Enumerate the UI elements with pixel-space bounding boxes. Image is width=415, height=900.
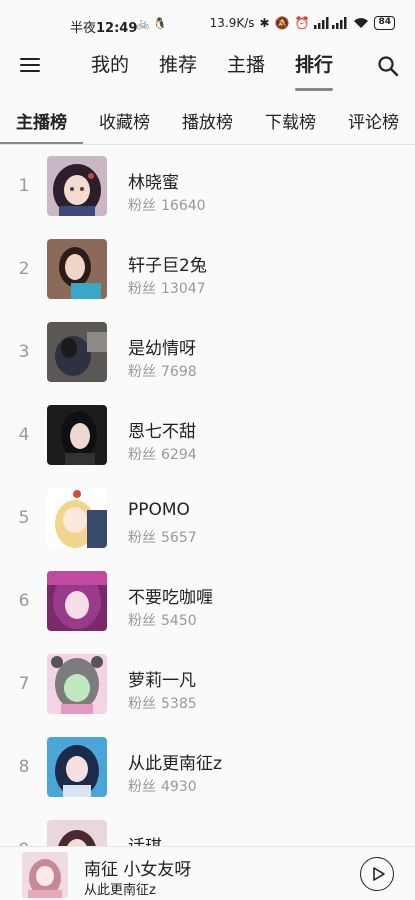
fans-count: 粉丝 5385 <box>128 693 197 713</box>
signal-icon <box>314 17 347 29</box>
battery-icon: 84 <box>374 16 395 30</box>
status-right: 13.9K/s ✱ 🔕 ⏰ 84 <box>210 16 395 30</box>
play-icon <box>373 867 385 881</box>
tab-recommend[interactable]: 推荐 <box>159 50 197 77</box>
subtab-download-rank[interactable]: 下载榜 <box>265 108 316 133</box>
anchor-ranking-list: 1 林晓蜜 粉丝 16640 2 轩子巨2兔 粉丝 13047 3 是幼情呀 粉丝 7… <box>0 146 415 846</box>
tab-ranking[interactable]: 排行 <box>295 50 333 77</box>
fans-value: 6294 <box>161 447 197 463</box>
status-bar: 半夜12:49 🚲 🐧 13.9K/s ✱ 🔕 ⏰ 84 <box>0 0 415 46</box>
avatar <box>47 820 107 846</box>
status-clock: 12:49 <box>96 21 138 36</box>
status-period: 半夜 <box>70 21 97 36</box>
list-item[interactable]: 5 PPOMO 粉丝 5657 <box>0 478 415 560</box>
anchor-name: 不要吃咖喱 <box>128 588 213 608</box>
now-playing-artist: 从此更南征z <box>84 883 156 898</box>
net-speed: 13.9K/s <box>209 16 255 30</box>
fans-label: 粉丝 <box>128 364 156 380</box>
bluetooth-icon: ✱ <box>259 16 270 30</box>
fans-label: 粉丝 <box>128 447 156 463</box>
list-item[interactable]: 8 从此更南征z 粉丝 4930 <box>0 727 415 809</box>
fans-count: 粉丝 13047 <box>128 278 206 298</box>
wifi-icon <box>354 18 369 28</box>
list-item[interactable]: 3 是幼情呀 粉丝 7698 <box>0 312 415 394</box>
tab-anchor[interactable]: 主播 <box>227 50 265 77</box>
qq-icon: 🐧 <box>153 17 167 30</box>
fans-label: 粉丝 <box>128 198 156 214</box>
top-nav: 我的 推荐 主播 排行 <box>0 46 415 92</box>
avatar <box>47 239 107 299</box>
fans-value: 5657 <box>161 530 197 546</box>
fans-count: 粉丝 4930 <box>128 776 197 796</box>
menu-icon[interactable] <box>18 54 42 78</box>
status-time: 半夜12:49 <box>70 17 137 36</box>
fans-label: 粉丝 <box>128 696 156 712</box>
anchor-name: 恩七不甜 <box>128 422 196 442</box>
fans-value: 4930 <box>161 779 197 795</box>
subtab-favorite-rank[interactable]: 收藏榜 <box>99 108 150 133</box>
search-icon[interactable] <box>376 54 400 78</box>
rank-number: 3 <box>18 342 30 362</box>
play-button[interactable] <box>360 857 394 891</box>
anchor-name: 林晓蜜 <box>128 173 179 193</box>
rank-number: 4 <box>18 425 30 445</box>
fans-value: 16640 <box>161 198 206 214</box>
rank-number: 5 <box>18 508 30 528</box>
active-tab-indicator <box>295 88 333 91</box>
ranking-category-tabs: 主播榜 收藏榜 播放榜 下载榜 评论榜 <box>0 98 415 146</box>
list-item[interactable]: 1 林晓蜜 粉丝 16640 <box>0 146 415 228</box>
subtab-comment-rank[interactable]: 评论榜 <box>348 108 399 133</box>
subtab-play-rank[interactable]: 播放榜 <box>182 108 233 133</box>
rank-number: 6 <box>18 591 30 611</box>
list-item[interactable]: 9 话琪 粉丝 <box>0 810 415 846</box>
alarm-icon: ⏰ <box>294 16 310 30</box>
avatar <box>47 156 107 216</box>
fans-count: 粉丝 5450 <box>128 610 197 630</box>
rank-number: 8 <box>18 757 30 777</box>
avatar <box>47 488 107 548</box>
fans-label: 粉丝 <box>128 613 156 629</box>
avatar <box>47 405 107 465</box>
avatar <box>47 322 107 382</box>
subtab-anchor-rank[interactable]: 主播榜 <box>16 108 67 133</box>
fans-value: 7698 <box>161 364 197 380</box>
rank-number: 7 <box>18 674 30 694</box>
divider <box>0 144 415 145</box>
fans-value: 5450 <box>161 613 197 629</box>
list-item[interactable]: 6 不要吃咖喱 粉丝 5450 <box>0 561 415 643</box>
notification-icons: 🚲 🐧 <box>136 17 167 30</box>
avatar <box>47 654 107 714</box>
avatar <box>47 571 107 631</box>
tab-mine[interactable]: 我的 <box>91 50 129 77</box>
anchor-name: PPOMO <box>128 500 190 520</box>
anchor-name: 萝莉一凡 <box>128 671 196 691</box>
album-cover <box>22 852 68 898</box>
fans-count: 粉丝 6294 <box>128 444 197 464</box>
rank-number: 1 <box>18 176 30 196</box>
anchor-name: 话琪 <box>128 832 162 846</box>
rank-number: 2 <box>18 259 30 279</box>
fans-count: 粉丝 16640 <box>128 195 206 215</box>
avatar <box>47 737 107 797</box>
fans-label: 粉丝 <box>128 779 156 795</box>
fans-count: 粉丝 5657 <box>128 527 197 547</box>
list-item[interactable]: 4 恩七不甜 粉丝 6294 <box>0 395 415 477</box>
anchor-name: 轩子巨2兔 <box>128 256 207 276</box>
fans-label: 粉丝 <box>128 530 156 546</box>
list-item[interactable]: 2 轩子巨2兔 粉丝 13047 <box>0 229 415 311</box>
fans-value: 5385 <box>161 696 197 712</box>
anchor-name: 是幼情呀 <box>128 339 196 359</box>
anchor-name: 从此更南征z <box>128 754 222 774</box>
fans-value: 13047 <box>161 281 206 297</box>
list-item[interactable]: 7 萝莉一凡 粉丝 5385 <box>0 644 415 726</box>
fans-count: 粉丝 7698 <box>128 361 197 381</box>
bike-icon: 🚲 <box>136 17 150 30</box>
mute-icon: 🔕 <box>274 16 290 30</box>
mini-player[interactable]: 南征 小女友呀 从此更南征z <box>0 846 415 900</box>
fans-label: 粉丝 <box>128 281 156 297</box>
now-playing-title: 南征 小女友呀 <box>84 860 192 880</box>
